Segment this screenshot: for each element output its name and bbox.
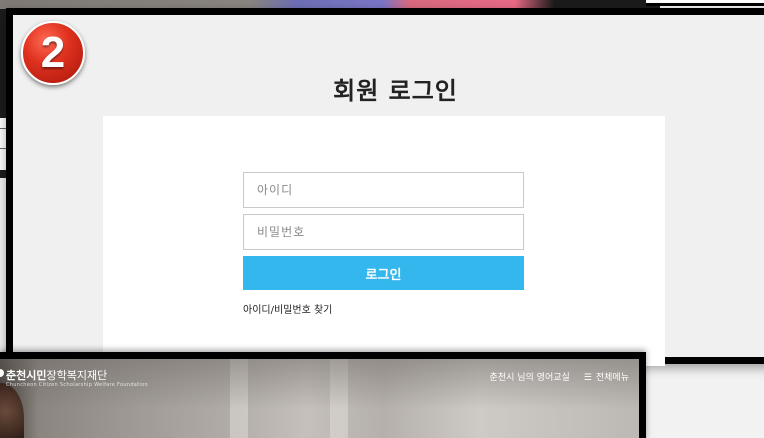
- user-id-input[interactable]: [243, 172, 524, 208]
- login-button[interactable]: 로그인: [243, 256, 524, 290]
- full-menu-button[interactable]: ☰ 전체메뉴: [584, 370, 629, 383]
- logo-text-light: 장학복지재단: [46, 369, 108, 382]
- logo-subtitle: Chuncheon Citizen Scholarship Welfare Fo…: [6, 382, 148, 388]
- find-id-password-link[interactable]: 아이디/비밀번호 찾기: [243, 301, 332, 316]
- page-title: 회원 로그인: [333, 77, 458, 105]
- full-menu-label: 전체메뉴: [595, 373, 629, 383]
- background-top-right-fragment: [646, 0, 764, 6]
- login-card: 로그인 아이디/비밀번호 찾기: [103, 116, 665, 366]
- logo-text-bold: 춘천시민: [6, 369, 47, 382]
- step-number-badge: 2: [21, 21, 85, 85]
- site-logo[interactable]: 춘천시민장학복지재단: [6, 367, 107, 383]
- login-screenshot-panel: 2 회원 로그인 로그인 아이디/비밀번호 찾기: [6, 8, 764, 366]
- password-input[interactable]: [243, 214, 524, 250]
- site-nav: 춘천시 님의 영어교실 ☰ 전체메뉴: [490, 370, 629, 383]
- hamburger-icon: ☰: [583, 373, 592, 383]
- step-number: 2: [40, 28, 66, 77]
- site-header-screenshot: 춘천시민장학복지재단 Chuncheon Citizen Scholarship…: [0, 352, 646, 438]
- nav-link-english-class[interactable]: 춘천시 님의 영어교실: [490, 370, 570, 383]
